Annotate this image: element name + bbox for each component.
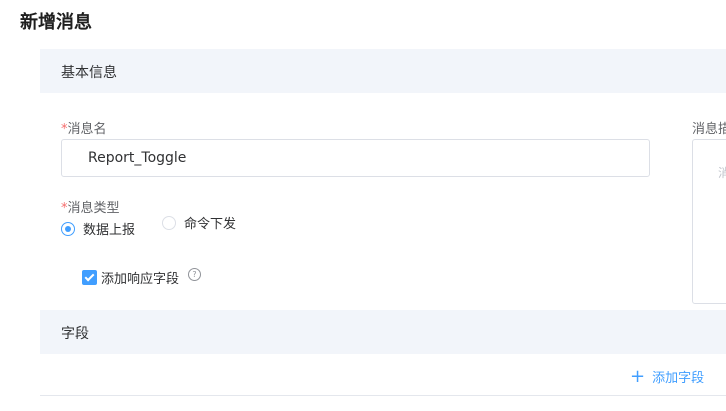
message-type-label: *消息类型 xyxy=(61,197,120,216)
checkbox-checked-icon xyxy=(82,270,97,285)
fields-section-title: 字段 xyxy=(61,326,89,342)
message-name-input[interactable] xyxy=(61,139,650,177)
divider xyxy=(40,395,726,396)
fields-section-header: 字段 xyxy=(40,310,726,354)
plus-icon: + xyxy=(630,365,646,387)
message-desc-placeholder: 消 xyxy=(718,166,726,180)
message-type-label-text: 消息类型 xyxy=(67,201,120,216)
message-desc-label: 消息描 xyxy=(692,122,726,137)
radio-unchecked-icon xyxy=(162,215,176,230)
add-response-field-label: 添加响应字段 xyxy=(101,272,180,287)
radio-data-report[interactable]: 数据上报 xyxy=(61,219,135,238)
message-name-label-text: 消息名 xyxy=(67,122,107,137)
question-circle-icon[interactable]: ? xyxy=(188,268,201,281)
radio-checked-icon xyxy=(61,221,75,236)
basic-info-section-header: 基本信息 xyxy=(40,49,726,93)
message-name-label: *消息名 xyxy=(61,118,107,137)
radio-command-send[interactable]: 命令下发 xyxy=(162,213,236,232)
radio-command-send-label: 命令下发 xyxy=(184,217,237,232)
add-response-field-checkbox[interactable]: 添加响应字段 xyxy=(82,268,179,287)
add-field-button[interactable]: + 添加字段 xyxy=(630,367,704,386)
add-field-label: 添加字段 xyxy=(652,371,705,386)
page-title: 新增消息 xyxy=(20,12,92,33)
radio-data-report-label: 数据上报 xyxy=(83,223,136,238)
message-desc-textarea[interactable]: 消 xyxy=(692,139,726,304)
basic-info-section-title: 基本信息 xyxy=(61,65,117,81)
